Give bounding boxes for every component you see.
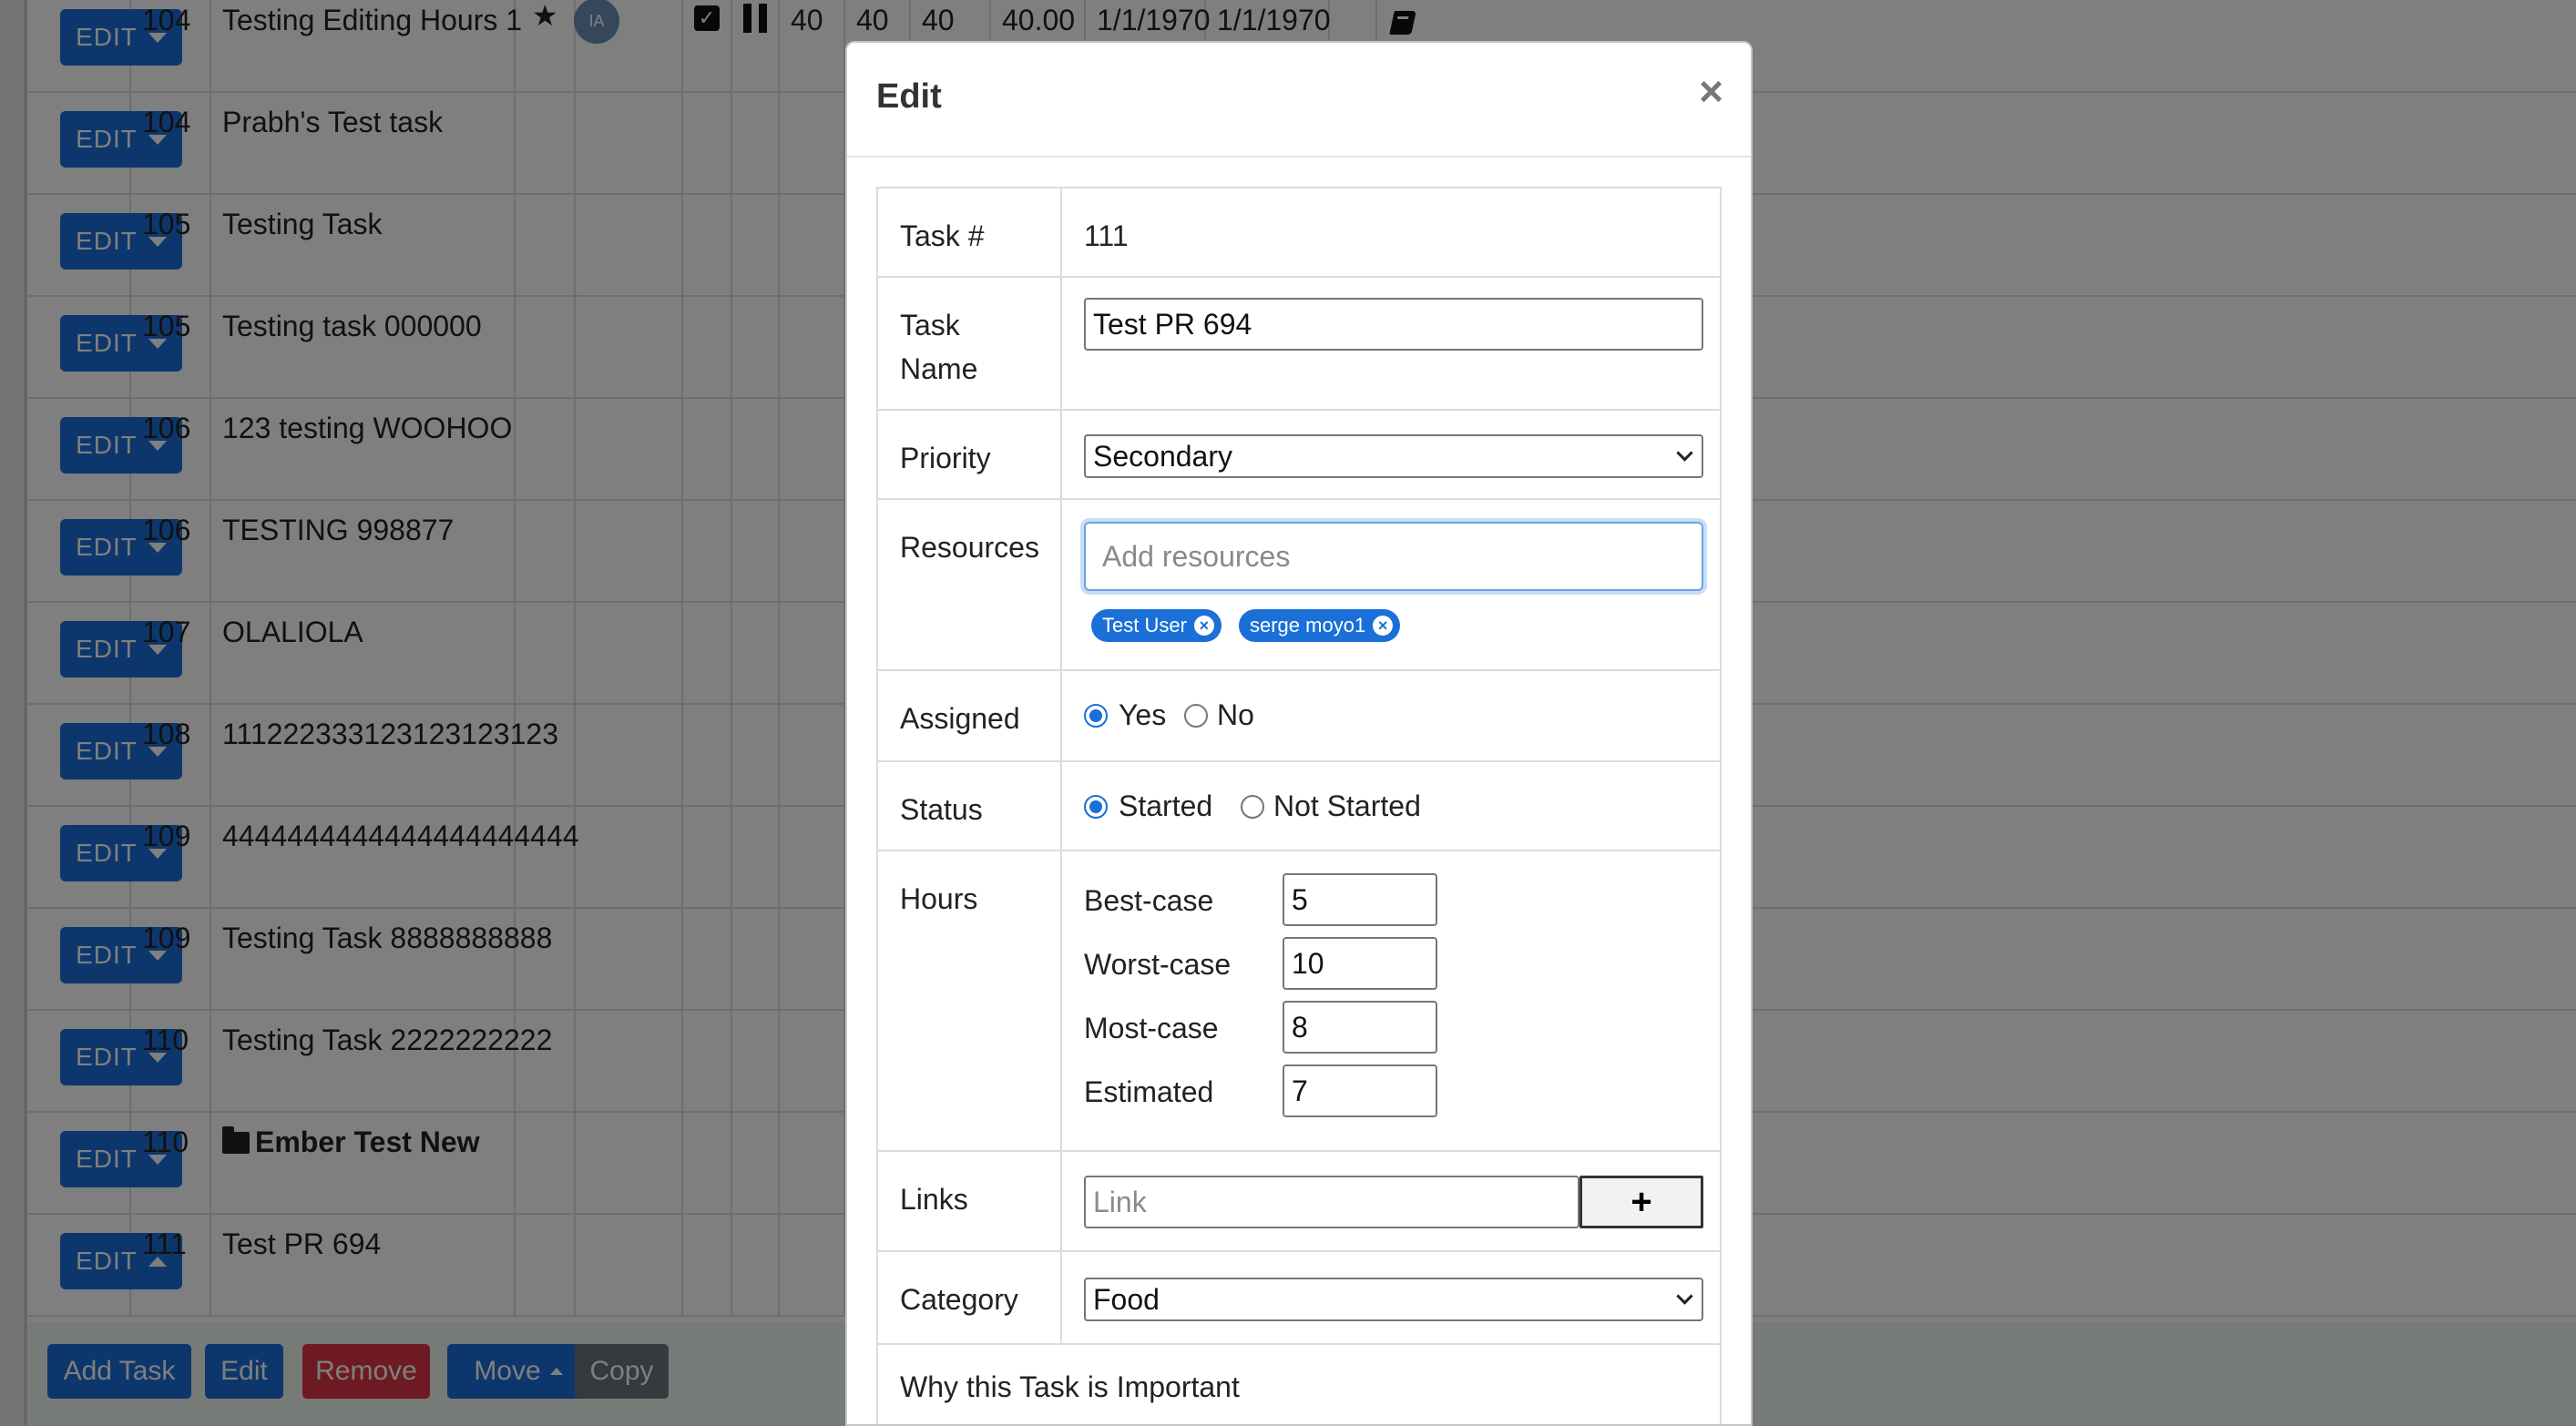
most-case-label: Most-case [1084, 1012, 1219, 1044]
estimated-input[interactable]: 7 [1283, 1064, 1437, 1117]
priority-row: Priority Secondary [878, 411, 1720, 500]
worst-case-input[interactable]: 10 [1283, 937, 1437, 990]
modal-title: Edit [876, 77, 942, 116]
assigned-label: Assigned [900, 702, 1020, 735]
status-not-started-radio[interactable] [1241, 795, 1264, 819]
status-label: Status [900, 793, 983, 826]
best-case-input[interactable]: 5 [1283, 873, 1437, 926]
remove-chip-icon[interactable]: × [1373, 616, 1394, 636]
edit-form-table: Task # 111 Task Name Test PR 694 Priorit… [876, 187, 1722, 1424]
status-started-label: Started [1119, 789, 1213, 822]
hours-label: Hours [900, 882, 978, 915]
remove-chip-icon[interactable]: × [1193, 616, 1214, 636]
assigned-no-radio[interactable] [1184, 704, 1208, 728]
status-not-started-label: Not Started [1273, 789, 1421, 822]
status-row: Status Started Not Started [878, 762, 1720, 851]
task-name-label: Task Name [900, 309, 978, 385]
link-input[interactable]: Link [1084, 1176, 1579, 1228]
best-case-label: Best-case [1084, 884, 1214, 917]
task-number-row: Task # 111 [878, 188, 1720, 278]
chevron-down-icon [1676, 1288, 1693, 1305]
resources-row: Resources Add resources Test User × serg… [878, 500, 1720, 671]
resource-chip: Test User × [1091, 609, 1222, 642]
why-important-label: Why this Task is Important [900, 1370, 1240, 1403]
close-icon[interactable]: × [1699, 70, 1723, 112]
why-important-row: Why this Task is Important [878, 1345, 1720, 1424]
resources-input[interactable]: Add resources [1084, 522, 1703, 591]
resources-label: Resources [900, 531, 1039, 564]
task-number-value: 111 [1084, 219, 1129, 252]
worst-case-label: Worst-case [1084, 948, 1232, 981]
task-name-input[interactable]: Test PR 694 [1084, 298, 1703, 351]
links-row: Links Link + [878, 1152, 1720, 1252]
links-label: Links [900, 1183, 968, 1216]
add-link-button[interactable]: + [1579, 1176, 1703, 1228]
category-select[interactable]: Food [1084, 1278, 1703, 1321]
assigned-no-label: No [1217, 698, 1254, 731]
chevron-down-icon [1676, 444, 1693, 462]
resource-chip: serge moyo1 × [1239, 609, 1401, 642]
assigned-row: Assigned Yes No [878, 671, 1720, 762]
category-label: Category [900, 1283, 1018, 1316]
hours-row: Hours Best-case 5 Worst-case 10 Most-cas… [878, 851, 1720, 1152]
modal-header: Edit × [847, 43, 1751, 158]
priority-label: Priority [900, 442, 991, 474]
category-row: Category Food [878, 1252, 1720, 1345]
most-case-input[interactable]: 8 [1283, 1001, 1437, 1054]
estimated-label: Estimated [1084, 1075, 1214, 1108]
priority-select[interactable]: Secondary [1084, 434, 1703, 478]
status-started-radio[interactable] [1084, 795, 1108, 819]
assigned-yes-radio[interactable] [1084, 704, 1108, 728]
task-name-row: Task Name Test PR 694 [878, 278, 1720, 411]
task-number-label: Task # [900, 219, 985, 252]
assigned-yes-label: Yes [1119, 698, 1167, 731]
edit-task-modal: Edit × Task # 111 Task Name Test PR 694 … [845, 41, 1753, 1426]
